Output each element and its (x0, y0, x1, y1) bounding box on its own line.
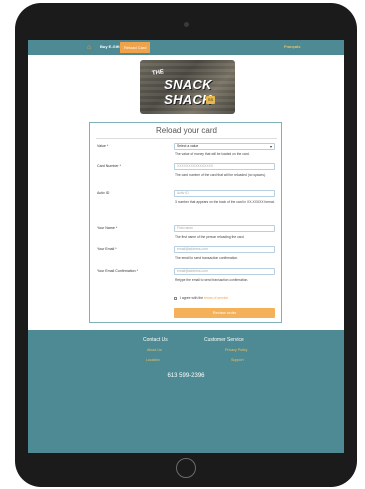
activ-id-input[interactable]: Activ ID (174, 190, 275, 197)
terms-link[interactable]: terms of service (204, 296, 228, 300)
footer-contact-heading: Contact Us (143, 337, 168, 343)
browser-screen: ⌂ Buy E-Gift Reload Card Français THE SN… (28, 40, 344, 453)
name-label: Your Name * (97, 226, 118, 230)
terms-row: I agree with the terms of service (174, 296, 228, 300)
footer-service-heading: Customer Service (204, 337, 244, 343)
form-divider (96, 138, 277, 139)
email-confirm-label: Your Email Confirmation * (97, 269, 139, 273)
activ-id-help: 3 number that appears on the back of the… (175, 200, 275, 204)
value-select[interactable]: Select a value ▾ (174, 143, 275, 150)
card-number-label: Card Number * (97, 164, 121, 168)
email-confirm-input[interactable]: email@address.com (174, 268, 275, 275)
terms-text: I agree with the (180, 296, 204, 300)
card-number-input[interactable]: XXXXXXXXXXXXXXXX (174, 163, 275, 170)
name-input[interactable]: First name (174, 225, 275, 232)
footer-support-link[interactable]: Support (231, 358, 244, 362)
value-selected: Select a value (177, 144, 199, 148)
language-toggle[interactable]: Français (284, 44, 300, 49)
logo-tag: SS (206, 96, 215, 104)
email-help: The email to send transaction confirmati… (175, 256, 239, 260)
chevron-down-icon: ▾ (269, 144, 272, 149)
top-navigation: ⌂ Buy E-Gift Reload Card Français (28, 40, 344, 55)
review-order-button[interactable]: Review order (174, 308, 275, 318)
activ-id-label: Activ ID (97, 191, 110, 195)
form-title: Reload your card (156, 126, 217, 135)
logo-the: THE (151, 69, 165, 77)
home-icon[interactable]: ⌂ (87, 43, 91, 52)
value-help: The value of money that will be loaded o… (175, 152, 250, 156)
email-input[interactable]: email@address.com (174, 246, 275, 253)
card-number-help: The card number of the card that will be… (175, 173, 266, 177)
email-confirm-help: Retype the email to send transaction con… (175, 278, 249, 282)
camera-icon (184, 22, 189, 27)
terms-checkbox[interactable] (174, 296, 177, 300)
reload-form: Reload your card Value * Select a value … (89, 122, 282, 323)
value-label: Value * (97, 144, 109, 148)
nav-buy-egift[interactable]: Buy E-Gift (100, 44, 120, 49)
site-footer: Contact Us Customer Service About Us Pri… (28, 330, 344, 453)
footer-location-link[interactable]: Location (146, 358, 160, 362)
footer-phone: 613 599-2396 (167, 373, 205, 379)
footer-privacy-link[interactable]: Privacy Policy (225, 348, 247, 352)
tablet-frame: ⌂ Buy E-Gift Reload Card Français THE SN… (15, 3, 357, 487)
email-label: Your Email * (97, 247, 117, 251)
tablet-home-button[interactable] (176, 458, 196, 478)
footer-about-link[interactable]: About Us (147, 348, 162, 352)
name-help: The first name of the person reloading t… (175, 235, 245, 239)
snack-shack-logo: THE SNACK SHACK SS (140, 60, 235, 114)
nav-reload-card[interactable]: Reload Card (120, 42, 151, 53)
logo-name: SNACK SHACK (164, 77, 212, 107)
